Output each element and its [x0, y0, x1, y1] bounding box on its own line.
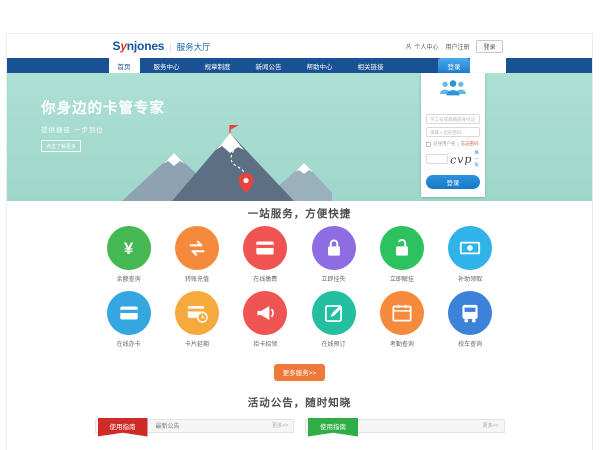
forgot-password-link[interactable]: 忘记密码 — [461, 141, 479, 147]
megaphone-icon — [243, 291, 287, 335]
header-links: 个人中心 用户注册 登录 — [405, 40, 502, 53]
login-submit-button[interactable]: 登录 — [426, 175, 480, 189]
password-input[interactable] — [426, 127, 480, 137]
hero-cta-button[interactable]: 点击了解更多 — [41, 140, 81, 152]
service-label: 校车查询 — [458, 339, 482, 348]
nav-gap — [470, 58, 506, 73]
service-item[interactable]: 在线预订 — [299, 291, 367, 348]
service-label: 在线缴费 — [253, 274, 277, 283]
announcement-panel: 使用指南最新公告更多>> — [95, 419, 295, 433]
card-clock-icon — [175, 291, 219, 335]
banknote-icon — [448, 226, 492, 270]
unlock-icon — [380, 226, 424, 270]
captcha-input[interactable] — [426, 154, 448, 164]
service-item[interactable]: ¥ 余额查询 — [95, 226, 163, 283]
header: Synjones | 服务大厅 个人中心 用户注册 登录 — [7, 34, 592, 58]
captcha-refresh-link[interactable]: 换一张 — [474, 150, 480, 168]
remember-separator: | — [458, 142, 459, 147]
service-item[interactable]: 立即解挂 — [368, 226, 436, 283]
panel-more-link[interactable]: 更多>> — [272, 422, 288, 429]
transfer-icon — [175, 226, 219, 270]
site-title: 服务大厅 — [177, 41, 211, 53]
logo-text: Synjones — [113, 39, 165, 53]
service-item[interactable]: 转账充值 — [163, 226, 231, 283]
service-label: 余额查询 — [117, 274, 141, 283]
user-icon — [405, 43, 412, 50]
remember-row: 记住用户名 | 忘记密码 — [426, 141, 480, 147]
service-label: 拾卡招领 — [253, 339, 277, 348]
service-label: 在线预订 — [322, 339, 346, 348]
service-item[interactable]: 在线缴费 — [231, 226, 299, 283]
calendar-icon — [380, 291, 424, 335]
services-heading: 一站服务，方便快捷 — [7, 206, 592, 221]
edit-icon — [312, 291, 356, 335]
lock-icon — [312, 226, 356, 270]
logo-divider: | — [169, 42, 171, 52]
personal-center-link[interactable]: 个人中心 — [405, 42, 438, 51]
panel-tab-ribbon[interactable]: 使用指南 — [98, 418, 148, 437]
panel-tab-ribbon[interactable]: 使用指南 — [308, 418, 358, 437]
users-icon — [426, 79, 480, 101]
nav-item[interactable]: 帮助中心 — [296, 58, 344, 73]
captcha-row: cvp 换一张 — [426, 150, 480, 168]
announcements-heading: 活动公告，随时知晓 — [7, 395, 592, 410]
service-item[interactable]: 立即挂失 — [299, 226, 367, 283]
nav-item[interactable]: 相关链接 — [347, 58, 395, 73]
hero-title: 你身边的卡管专家 — [41, 97, 165, 118]
nav-item[interactable]: 新闻公告 — [245, 58, 293, 73]
service-item[interactable]: 补助领取 — [436, 226, 504, 283]
service-label: 立即挂失 — [322, 274, 346, 283]
remember-checkbox[interactable] — [426, 142, 431, 147]
service-item[interactable]: 考勤查询 — [368, 291, 436, 348]
services-grid: ¥ 余额查询 转账充值 在线缴费 立即挂失 立即解挂 补助领取在线办卡 卡片延期 拾卡招领 在线预… — [95, 226, 505, 356]
card-icon — [243, 226, 287, 270]
yuan-icon: ¥ — [107, 226, 151, 270]
service-item[interactable]: 拾卡招领 — [231, 291, 299, 348]
mountain-illustration — [112, 123, 332, 201]
announcement-panel: 使用指南更多>> — [305, 419, 505, 433]
bus-icon — [448, 291, 492, 335]
register-link[interactable]: 用户注册 — [445, 42, 469, 51]
page: Synjones | 服务大厅 个人中心 用户注册 登录 首页服务中心规章制度新… — [6, 33, 593, 450]
service-item[interactable]: 在线办卡 — [95, 291, 163, 348]
service-label: 卡片延期 — [185, 339, 209, 348]
nav-item[interactable]: 服务中心 — [143, 58, 191, 73]
remember-label: 记住用户名 — [433, 141, 456, 147]
service-label: 转账充值 — [185, 274, 209, 283]
captcha-image: cvp — [450, 152, 473, 166]
username-input[interactable] — [426, 114, 480, 124]
panel-more-link[interactable]: 更多>> — [483, 422, 499, 429]
card-icon — [107, 291, 151, 335]
nav-item[interactable]: 规章制度 — [194, 58, 242, 73]
announcement-panels: 使用指南最新公告更多>>使用指南更多>> — [95, 419, 505, 433]
more-services-button[interactable]: 更多服务>> — [274, 364, 326, 381]
login-panel-tab[interactable]: 登录 — [438, 58, 470, 73]
panel-secondary-tab[interactable]: 最新公告 — [156, 421, 180, 430]
service-label: 立即解挂 — [390, 274, 414, 283]
nav-item[interactable]: 首页 — [109, 58, 140, 73]
service-item[interactable]: 卡片延期 — [163, 291, 231, 348]
header-login-button[interactable]: 登录 — [476, 40, 502, 53]
hero-banner: 你身边的卡管专家 提供捷径 一步到位 点击了解更多 — [7, 73, 592, 201]
service-label: 在线办卡 — [117, 339, 141, 348]
announcements-section: 活动公告，随时知晓 使用指南最新公告更多>>使用指南更多>> — [7, 381, 592, 433]
logo[interactable]: Synjones | 服务大厅 — [113, 39, 211, 53]
services-section: 一站服务，方便快捷 ¥ 余额查询 转账充值 在线缴费 立即挂失 立即解挂 补助领取在线办卡 卡… — [7, 201, 592, 381]
service-label: 补助领取 — [458, 274, 482, 283]
login-panel: 记住用户名 | 忘记密码 cvp 换一张 登录 — [421, 73, 485, 197]
service-item[interactable]: 校车查询 — [436, 291, 504, 348]
service-label: 考勤查询 — [390, 339, 414, 348]
